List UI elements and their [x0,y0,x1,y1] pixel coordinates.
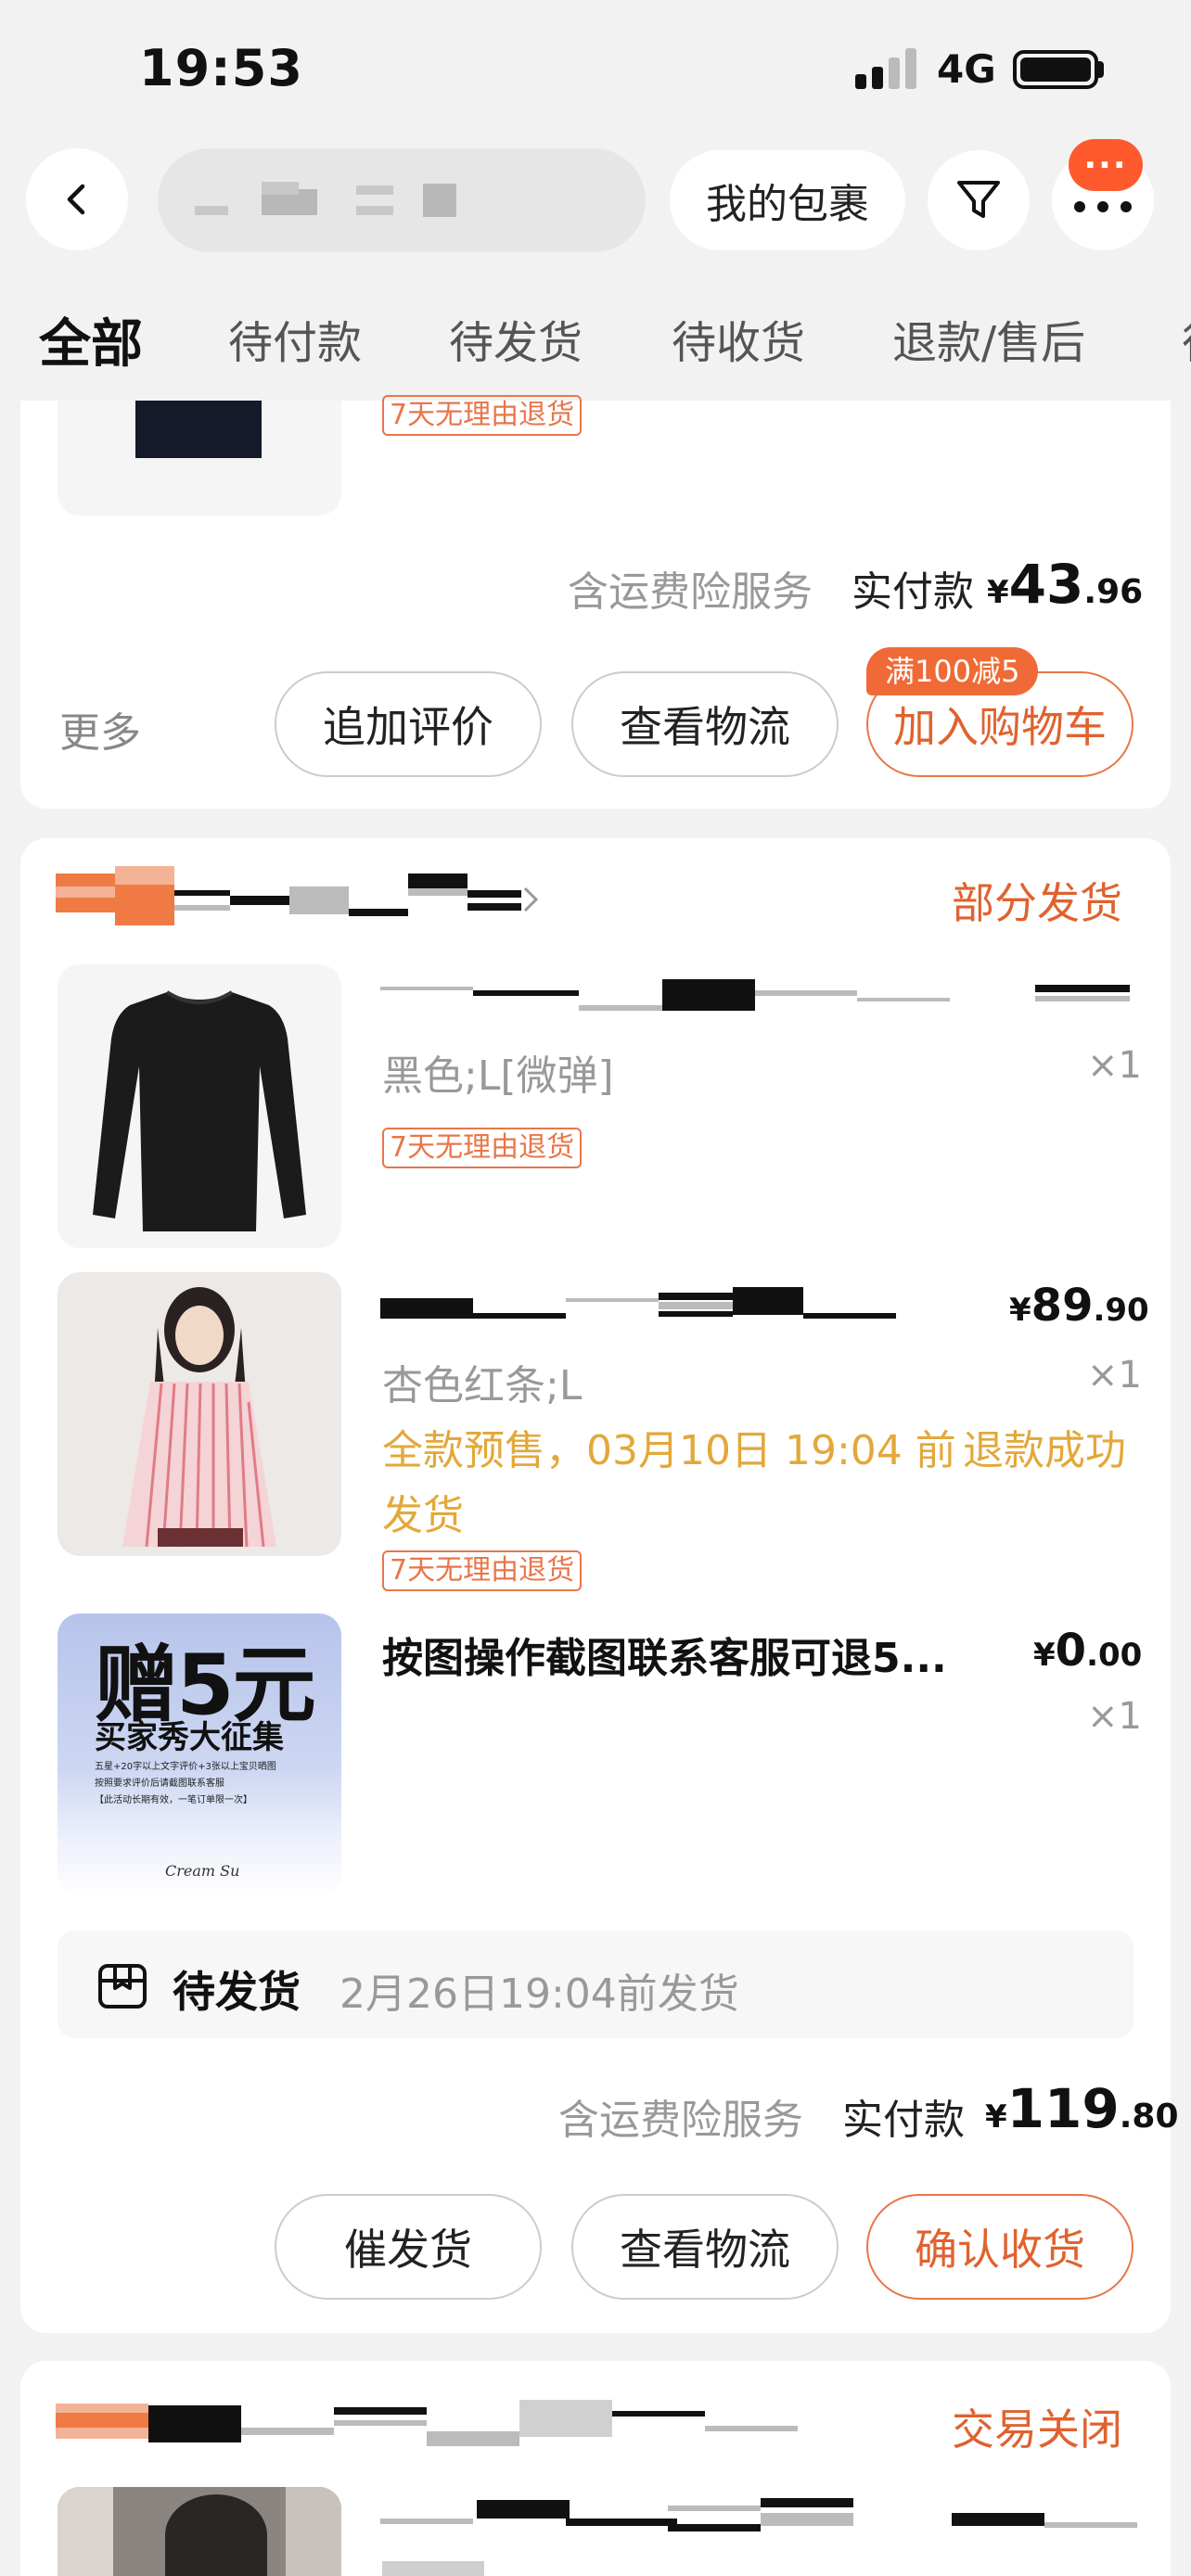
search-input[interactable] [158,148,646,252]
order-tabs: 全部 待付款 待发货 待收货 退款/售后 待 [0,306,1191,399]
refund-status[interactable]: 退款成功 [963,1417,1126,1476]
gift-line-3: 【此活动长期有效，一笔订单限一次】 [95,1795,252,1805]
tab-partial[interactable]: 待 [1182,306,1191,371]
package-icon [98,1964,147,2009]
battery-tip [1098,61,1104,78]
gift-footer: Cream Su [165,1862,240,1880]
urge-shipping-button[interactable]: 催发货 [275,2194,542,2300]
striped-shirt-image [122,1287,276,1548]
status-time: 19:53 [139,39,303,97]
product-variant: 黑色;L[微弹] [382,1052,614,1100]
tab-pending-shipment[interactable]: 待发货 [449,306,583,371]
presale-notice: 全款预售，03月10日 19:04 前发货 [382,1427,956,1539]
gift-line-2: 按照要求评价后请截图联系客服 [95,1779,224,1789]
my-packages-button[interactable]: 我的包裹 [670,150,905,250]
return-policy-tag: 7天无理由退货 [382,1128,583,1168]
product-quantity: ×1 [1087,1695,1142,1738]
product-image[interactable] [58,964,341,1248]
confirm-receipt-button[interactable]: 确认收货 [866,2194,1133,2300]
gift-sub-text: 买家秀大征集 [95,1719,284,1756]
add-review-button[interactable]: 追加评价 [275,671,542,777]
battery-icon [1013,50,1098,89]
product-variant: 杏色红条;L [382,1362,583,1409]
product-image[interactable] [58,2487,341,2576]
view-logistics-button[interactable]: 查看物流 [571,2194,839,2300]
signal-icon [855,48,922,89]
gift-line-1: 五星+20字以上文字评价+3张以上宝贝晒图 [95,1762,276,1772]
message-badge[interactable]: ··· [1069,139,1143,191]
return-policy-tag: 7天无理由退货 [382,1550,583,1591]
return-policy-tag: 7天无理由退货 [382,395,583,436]
product-image[interactable]: 赠5元 买家秀大征集 五星+20字以上文字评价+3张以上宝贝晒图 按照要求评价后… [58,1613,341,1897]
product-quantity: ×1 [1087,1044,1142,1087]
product-title-redacted[interactable] [380,1285,937,1328]
product-quantity: ×1 [1087,1354,1142,1396]
black-shirt-image [93,990,306,1231]
product-image[interactable] [58,401,341,516]
insurance-service-text: 含运费险服务 [568,568,813,616]
product-title-redacted[interactable] [380,977,1135,1020]
chevron-right-icon [523,886,539,912]
order-total: ¥43.96 [987,553,1144,616]
tab-pending-payment[interactable]: 待付款 [228,306,362,371]
shipping-info-bar[interactable]: 待发货 2月26日19:04前发货 [58,1931,1133,2038]
network-label: 4G [937,46,996,92]
product-title[interactable]: 按图操作截图联系客服可退5... [382,1625,1013,1684]
promo-badge: 满100减5 [866,647,1039,695]
product-price: ¥89.90 [1009,1280,1149,1332]
tab-refund-aftersale[interactable]: 退款/售后 [892,306,1085,371]
back-button[interactable] [26,148,128,250]
order-total: ¥119.80 [985,2077,1179,2140]
view-logistics-button[interactable]: 查看物流 [571,671,839,777]
shop-name[interactable] [56,866,539,925]
product-image[interactable] [58,1272,341,1556]
shipping-deadline: 2月26日19:04前发货 [339,1970,739,2018]
product-variant-redacted [382,2561,484,2576]
tab-all[interactable]: 全部 [39,302,143,377]
paid-label: 实付款 [842,2097,965,2144]
shop-name[interactable] [56,2398,807,2450]
order-status: 部分发货 [952,878,1122,928]
filter-icon [957,181,1000,218]
order-status: 交易关闭 [952,2404,1122,2455]
tab-pending-receipt[interactable]: 待收货 [672,306,805,371]
back-arrow-icon [67,184,85,215]
shipping-status: 待发货 [173,1967,301,2017]
product-title-redacted[interactable] [380,2496,1141,2543]
paid-label: 实付款 [852,568,974,616]
filter-button[interactable] [928,150,1030,250]
insurance-service-text: 含运费险服务 [558,2097,803,2144]
product-price: ¥0.00 [1033,1625,1143,1677]
more-link[interactable]: 更多 [59,699,141,759]
